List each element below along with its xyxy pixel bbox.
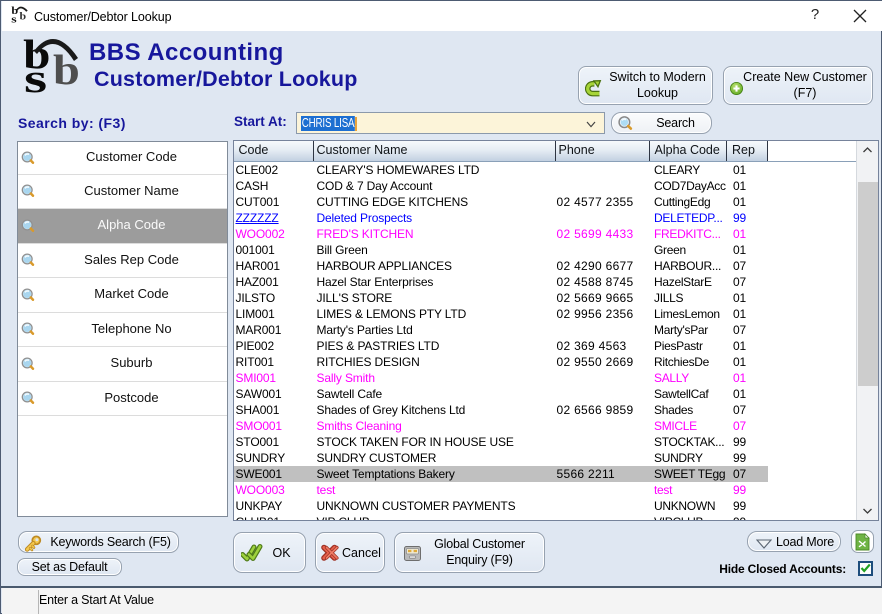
- svg-text:s: s: [11, 13, 17, 24]
- svg-text:s: s: [24, 56, 47, 101]
- svg-text:b: b: [20, 11, 27, 22]
- svg-text:b: b: [53, 47, 80, 93]
